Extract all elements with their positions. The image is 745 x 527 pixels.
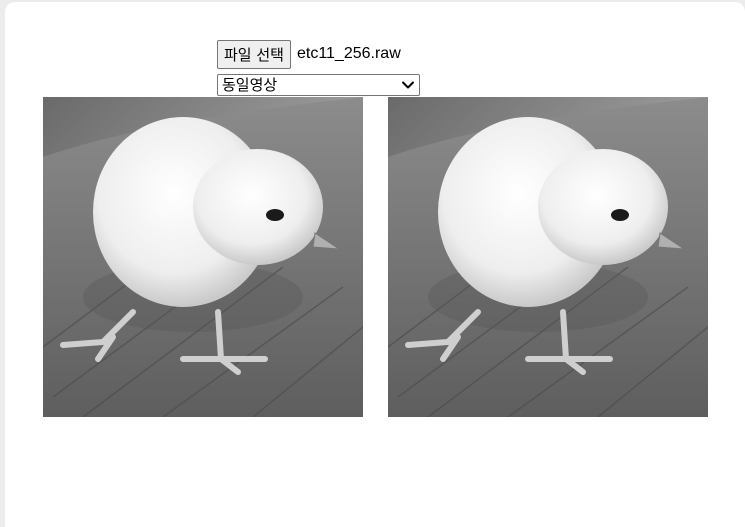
file-picker: 파일 선택 etc11_256.raw	[217, 39, 401, 69]
content-card: 파일 선택 etc11_256.raw 동일영상	[5, 2, 745, 527]
chevron-down-icon	[402, 81, 414, 89]
selected-file-name: etc11_256.raw	[296, 45, 401, 62]
processed-image	[388, 97, 708, 417]
chick-photo-icon	[43, 97, 363, 417]
chick-photo-icon	[388, 97, 708, 417]
original-image	[43, 97, 363, 417]
mode-select-value: 동일영상	[222, 76, 278, 94]
choose-file-button[interactable]: 파일 선택	[217, 39, 291, 69]
mode-select[interactable]: 동일영상	[217, 74, 420, 96]
